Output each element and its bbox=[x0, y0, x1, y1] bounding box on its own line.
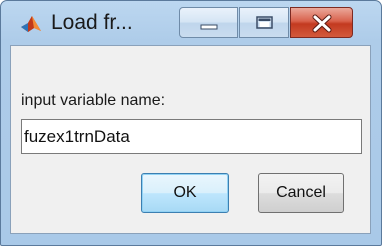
title-bar[interactable]: Load fr... bbox=[1, 1, 381, 45]
close-icon bbox=[312, 14, 332, 33]
close-button[interactable] bbox=[290, 7, 353, 38]
ok-button[interactable]: OK bbox=[141, 173, 229, 213]
variable-name-input[interactable] bbox=[21, 119, 362, 154]
dialog-window: Load fr... input variable name: OK Cance… bbox=[0, 0, 382, 246]
dialog-body: input variable name: OK Cancel bbox=[10, 45, 371, 234]
window-title: Load fr... bbox=[51, 11, 133, 34]
minimize-icon bbox=[200, 24, 218, 30]
matlab-membrane-icon bbox=[20, 14, 42, 34]
maximize-icon bbox=[256, 16, 273, 29]
maximize-button[interactable] bbox=[239, 7, 289, 38]
prompt-label: input variable name: bbox=[21, 92, 166, 109]
minimize-button[interactable] bbox=[179, 7, 238, 38]
cancel-button[interactable]: Cancel bbox=[258, 173, 344, 213]
